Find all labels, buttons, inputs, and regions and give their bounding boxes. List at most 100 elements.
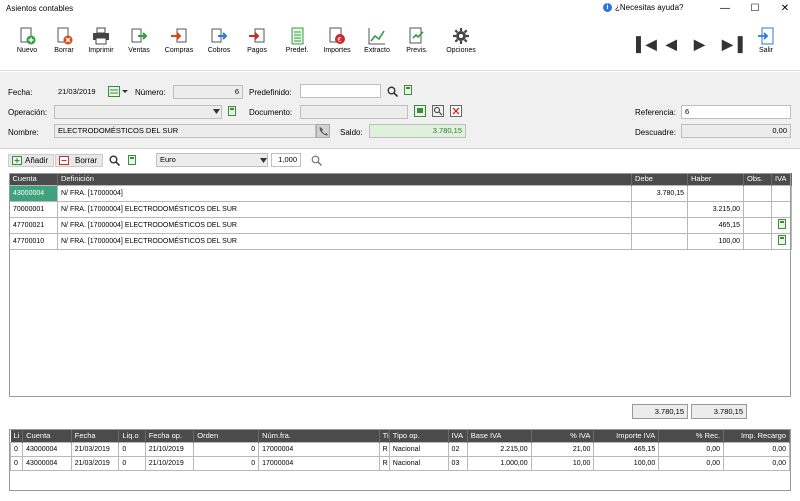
toolbar-button-ventas[interactable]: Ventas bbox=[119, 24, 159, 54]
column-header[interactable]: Obs. bbox=[743, 173, 772, 185]
toolbar-button-extracto[interactable]: Extracto bbox=[357, 24, 397, 54]
search-icon[interactable] bbox=[311, 155, 322, 166]
phone-icon[interactable] bbox=[316, 124, 330, 138]
table-cell[interactable]: 0 bbox=[118, 441, 146, 457]
haber-cell[interactable]: 100,00 bbox=[687, 232, 744, 250]
obs-cell[interactable] bbox=[743, 216, 772, 234]
fecha-field[interactable]: 21/03/2019 bbox=[54, 85, 106, 99]
currency-select[interactable]: Euro bbox=[156, 153, 268, 167]
search-icon[interactable] bbox=[387, 86, 399, 98]
table-cell[interactable]: R bbox=[378, 441, 390, 457]
table-row[interactable]: 47700010 N/ FRA. [17000004] ELECTRODOMÉS… bbox=[9, 232, 792, 250]
first-record-icon[interactable]: ▌◀ bbox=[636, 36, 657, 53]
column-header[interactable]: Li bbox=[10, 430, 24, 442]
column-header[interactable]: IVA bbox=[771, 173, 792, 185]
debe-cell[interactable]: 3.780,15 bbox=[631, 184, 688, 202]
close-window-button[interactable]: ✕ bbox=[770, 0, 800, 18]
delete-line-button[interactable]: Borrar bbox=[55, 153, 104, 167]
table-cell[interactable]: 17000004 bbox=[258, 441, 380, 457]
obs-cell[interactable] bbox=[743, 184, 772, 202]
toolbar-button-previs[interactable]: Previs. bbox=[397, 24, 437, 54]
cuenta-cell[interactable]: 47700021 bbox=[9, 216, 58, 234]
toolbar-button-compras[interactable]: Compras bbox=[159, 24, 199, 54]
table-cell[interactable]: 0 bbox=[9, 441, 24, 457]
cuenta-cell[interactable]: 70000001 bbox=[9, 200, 58, 218]
toolbar-button-borrar[interactable]: Borrar bbox=[44, 24, 84, 54]
table-cell[interactable]: 43000004 bbox=[22, 441, 72, 457]
table-cell[interactable]: 0,00 bbox=[723, 441, 790, 457]
table-row[interactable]: 70000001 N/ FRA. [17000004] ELECTRODOMÉS… bbox=[9, 200, 792, 218]
table-row[interactable]: 43000004 N/ FRA. [17000004] 3.780,15 bbox=[9, 184, 792, 202]
table-cell[interactable]: 0,00 bbox=[658, 441, 725, 457]
toolbar-button-nuevo[interactable]: Nuevo bbox=[7, 24, 47, 54]
table-cell[interactable]: 0,00 bbox=[658, 455, 725, 471]
debe-cell[interactable] bbox=[631, 200, 688, 218]
maximize-button[interactable]: ☐ bbox=[740, 0, 770, 18]
debe-cell[interactable] bbox=[631, 216, 688, 234]
toolbar-button-cobros[interactable]: Cobros bbox=[199, 24, 239, 54]
column-header[interactable]: % Rec. bbox=[658, 430, 725, 442]
obs-cell[interactable] bbox=[743, 232, 772, 250]
table-cell[interactable]: 1.000,00 bbox=[466, 455, 532, 471]
debe-cell[interactable] bbox=[631, 232, 688, 250]
toolbar-button-opciones[interactable]: Opciones bbox=[441, 24, 481, 54]
numero-field[interactable]: 6 bbox=[173, 85, 243, 99]
column-header[interactable]: % IVA bbox=[531, 430, 595, 442]
column-header[interactable]: Imp. Recargo bbox=[723, 430, 790, 442]
column-header[interactable]: Base IVA bbox=[467, 430, 532, 442]
calculator-icon[interactable] bbox=[404, 85, 415, 96]
calculator-icon[interactable] bbox=[128, 153, 136, 167]
column-header[interactable]: Fecha op. bbox=[145, 430, 195, 442]
table-cell[interactable]: 21/10/2019 bbox=[144, 455, 195, 471]
table-cell[interactable]: 2.215,00 bbox=[466, 441, 532, 457]
document-search-icon[interactable] bbox=[432, 105, 444, 117]
document-delete-icon[interactable] bbox=[450, 105, 462, 117]
help-link[interactable]: i ¿Necesitas ayuda? bbox=[603, 3, 683, 12]
search-icon[interactable] bbox=[109, 153, 120, 167]
iva-cell[interactable] bbox=[771, 232, 792, 250]
table-row[interactable]: 47700021 N/ FRA. [17000004] ELECTRODOMÉS… bbox=[9, 216, 792, 234]
definicion-cell[interactable]: N/ FRA. [17000004] ELECTRODOMÉSTICOS DEL… bbox=[57, 232, 632, 250]
exit-button[interactable]: Salir bbox=[746, 24, 786, 54]
table-cell[interactable]: 21/03/2019 bbox=[70, 441, 120, 457]
table-cell[interactable]: 02 bbox=[447, 441, 468, 457]
haber-cell[interactable] bbox=[687, 184, 744, 202]
table-cell[interactable]: 0 bbox=[193, 455, 260, 471]
iva-cell[interactable] bbox=[771, 216, 792, 234]
document-view-icon[interactable] bbox=[414, 105, 426, 117]
iva-calculator-icon[interactable] bbox=[777, 219, 786, 229]
column-header[interactable]: Haber bbox=[687, 173, 744, 185]
toolbar-button-predef[interactable]: Predef. bbox=[277, 24, 317, 54]
exchange-rate-field[interactable]: 1,000 bbox=[271, 153, 301, 167]
cuenta-cell[interactable]: 43000004 bbox=[9, 184, 58, 202]
table-row[interactable]: 0 43000004 21/03/2019 0 21/10/2019 0 170… bbox=[9, 455, 790, 471]
table-cell[interactable]: 21/03/2019 bbox=[70, 455, 120, 471]
previous-record-icon[interactable]: ◀ bbox=[666, 36, 677, 53]
table-cell[interactable]: R bbox=[378, 455, 390, 471]
table-cell[interactable]: 17000004 bbox=[258, 455, 380, 471]
table-row[interactable]: 0 43000004 21/03/2019 0 21/10/2019 0 170… bbox=[9, 441, 790, 457]
calculator-icon[interactable] bbox=[228, 106, 239, 117]
toolbar-button-importes[interactable]: € Importes bbox=[317, 24, 357, 54]
referencia-field[interactable]: 6 bbox=[681, 105, 791, 119]
cuenta-cell[interactable]: 47700010 bbox=[9, 232, 58, 250]
documento-field[interactable] bbox=[300, 105, 408, 119]
table-cell[interactable]: 0 bbox=[118, 455, 146, 471]
iva-calculator-icon[interactable] bbox=[777, 235, 786, 245]
table-cell[interactable]: 21,00 bbox=[530, 441, 595, 457]
column-header[interactable]: Liq.o bbox=[118, 430, 146, 442]
table-cell[interactable]: 10,00 bbox=[530, 455, 595, 471]
column-header[interactable]: Cuenta bbox=[22, 430, 72, 442]
column-header[interactable]: Orden bbox=[193, 430, 260, 442]
last-record-icon[interactable]: ▶▐ bbox=[722, 36, 743, 53]
toolbar-button-imprimir[interactable]: Imprimir bbox=[81, 24, 121, 54]
table-cell[interactable]: 100,00 bbox=[593, 455, 660, 471]
table-cell[interactable]: 03 bbox=[447, 455, 468, 471]
column-header[interactable]: Debe bbox=[631, 173, 688, 185]
table-cell[interactable]: 43000004 bbox=[22, 455, 72, 471]
haber-cell[interactable]: 465,15 bbox=[687, 216, 744, 234]
definicion-cell[interactable]: N/ FRA. [17000004] ELECTRODOMÉSTICOS DEL… bbox=[57, 216, 632, 234]
column-header[interactable]: IVA bbox=[448, 430, 468, 442]
iva-cell[interactable] bbox=[771, 184, 792, 202]
table-cell[interactable]: 465,15 bbox=[593, 441, 660, 457]
